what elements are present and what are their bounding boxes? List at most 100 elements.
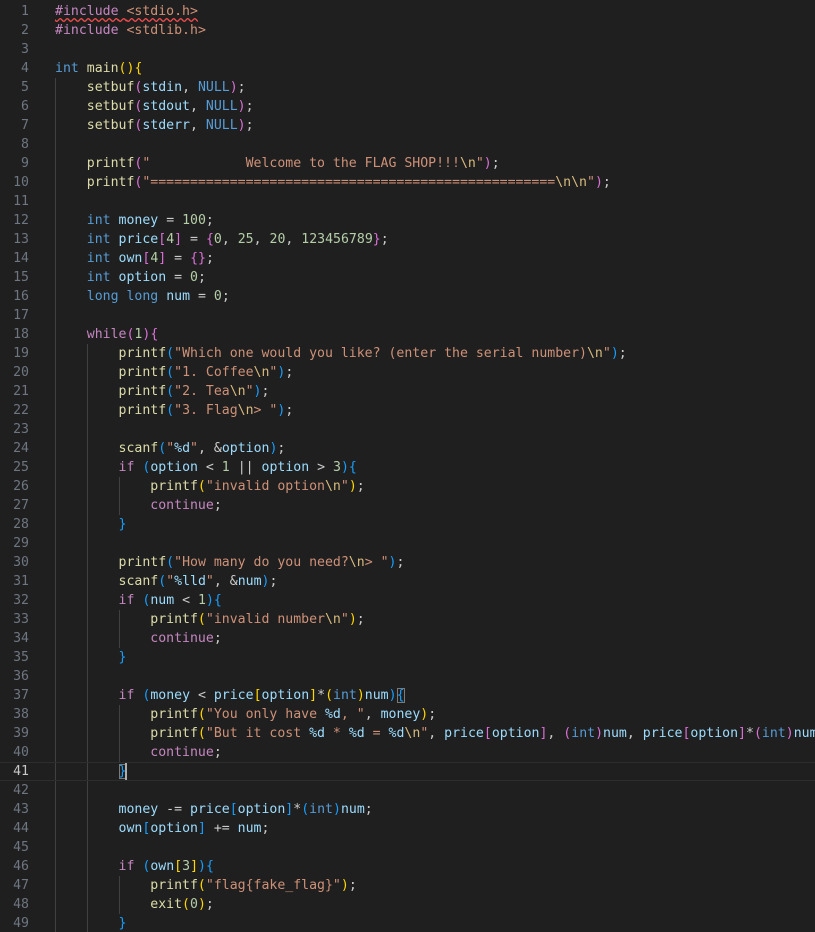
code-line[interactable]: 18 while(1){ — [0, 325, 815, 344]
line-number: 47 — [13, 878, 29, 893]
line-number: 24 — [13, 441, 29, 456]
code-text[interactable]: } — [55, 648, 127, 667]
code-text[interactable]: printf("How many do you need?\n> "); — [55, 553, 405, 572]
code-line[interactable]: 8 — [0, 135, 815, 154]
code-text[interactable]: if (money < price[option]*(int)num){ — [55, 686, 405, 705]
code-line[interactable]: 22 printf("3. Flag\n> "); — [0, 401, 815, 420]
code-text[interactable]: money -= price[option]*(int)num; — [55, 800, 373, 819]
code-line[interactable]: 31 scanf("%lld", &num); — [0, 572, 815, 591]
code-text[interactable]: continue; — [55, 629, 221, 648]
code-text[interactable]: setbuf(stdin, NULL); — [55, 78, 246, 97]
code-line[interactable]: 10 printf("=============================… — [0, 173, 815, 192]
code-text[interactable]: while(1){ — [55, 325, 159, 344]
code-line[interactable]: 2 #include <stdlib.h> — [0, 21, 815, 40]
line-number: 49 — [13, 916, 29, 931]
code-text[interactable]: printf("Which one would you like? (enter… — [55, 344, 627, 363]
code-line[interactable]: 38 printf("You only have %d, ", money); — [0, 705, 815, 724]
code-line[interactable]: 25 if (option < 1 || option > 3){ — [0, 458, 815, 477]
code-line[interactable]: 21 printf("2. Tea\n"); — [0, 382, 815, 401]
code-text[interactable]: } — [55, 914, 127, 932]
code-line[interactable]: 19 printf("Which one would you like? (en… — [0, 344, 815, 363]
code-text[interactable]: int price[4] = {0, 25, 20, 123456789}; — [55, 230, 389, 249]
code-line[interactable]: 4 int main(){ — [0, 59, 815, 78]
code-line[interactable]: 49 } — [0, 914, 815, 932]
code-line[interactable]: 6 setbuf(stdout, NULL); — [0, 97, 815, 116]
line-number: 37 — [13, 688, 29, 703]
code-text[interactable]: if (own[3]){ — [55, 857, 214, 876]
code-line[interactable]: 12 int money = 100; — [0, 211, 815, 230]
code-text[interactable]: printf("invalid number\n"); — [55, 610, 364, 629]
code-text[interactable]: int main(){ — [55, 59, 142, 78]
code-text[interactable]: setbuf(stdout, NULL); — [55, 97, 254, 116]
code-line[interactable]: 28 } — [0, 515, 815, 534]
code-text[interactable]: #include <stdlib.h> — [55, 21, 206, 40]
code-line[interactable]: 36 — [0, 667, 815, 686]
code-line[interactable]: 15 int option = 0; — [0, 268, 815, 287]
code-text[interactable]: scanf("%lld", &num); — [55, 572, 278, 591]
code-line[interactable]: 41 } — [0, 762, 815, 781]
code-text[interactable]: int option = 0; — [55, 268, 206, 287]
code-text[interactable]: exit(0); — [55, 895, 214, 914]
code-text[interactable]: setbuf(stderr, NULL); — [55, 116, 254, 135]
code-line[interactable]: 45 — [0, 838, 815, 857]
code-line[interactable]: 3 — [0, 40, 815, 59]
code-line[interactable]: 39 printf("But it cost %d * %d = %d\n", … — [0, 724, 815, 743]
code-line[interactable]: 23 — [0, 420, 815, 439]
code-line[interactable]: 16 long long num = 0; — [0, 287, 815, 306]
code-text[interactable]: own[option] += num; — [55, 819, 270, 838]
code-text[interactable]: printf("flag{fake_flag}"); — [55, 876, 356, 895]
code-line[interactable]: 20 printf("1. Coffee\n"); — [0, 363, 815, 382]
code-text[interactable]: if (num < 1){ — [55, 591, 222, 610]
code-line[interactable]: 44 own[option] += num; — [0, 819, 815, 838]
code-line[interactable]: 42 — [0, 781, 815, 800]
code-text[interactable]: long long num = 0; — [55, 287, 230, 306]
code-text[interactable]: } — [55, 762, 127, 781]
code-line[interactable]: 11 — [0, 192, 815, 211]
line-number: 39 — [13, 726, 29, 741]
code-line[interactable]: 24 scanf("%d", &option); — [0, 439, 815, 458]
code-line[interactable]: 13 int price[4] = {0, 25, 20, 123456789}… — [0, 230, 815, 249]
line-number: 33 — [13, 612, 29, 627]
code-editor[interactable]: 1 #include <stdio.h> 2 #include <stdlib.h> 3… — [0, 0, 815, 932]
code-line[interactable]: 40 continue; — [0, 743, 815, 762]
code-text[interactable]: printf("invalid option\n"); — [55, 477, 364, 496]
code-text[interactable]: #include <stdio.h> — [55, 2, 198, 21]
code-text[interactable]: scanf("%d", &option); — [55, 439, 286, 458]
code-text[interactable]: } — [55, 515, 127, 534]
line-number: 3 — [21, 42, 29, 57]
code-line[interactable]: 1 #include <stdio.h> — [0, 2, 815, 21]
code-line[interactable]: 35 } — [0, 648, 815, 667]
line-number: 27 — [13, 498, 29, 513]
code-text[interactable]: printf("2. Tea\n"); — [55, 382, 270, 401]
code-line[interactable]: 48 exit(0); — [0, 895, 815, 914]
code-line[interactable]: 14 int own[4] = {}; — [0, 249, 815, 268]
code-text[interactable]: printf("================================… — [55, 173, 611, 192]
code-text[interactable]: printf(" Welcome to the FLAG SHOP!!!\n")… — [55, 154, 500, 173]
code-line[interactable]: 7 setbuf(stderr, NULL); — [0, 116, 815, 135]
code-line[interactable]: 30 printf("How many do you need?\n> "); — [0, 553, 815, 572]
code-text[interactable]: if (option < 1 || option > 3){ — [55, 458, 357, 477]
code-line[interactable]: 27 continue; — [0, 496, 815, 515]
code-line[interactable]: 17 — [0, 306, 815, 325]
code-line[interactable]: 33 printf("invalid number\n"); — [0, 610, 815, 629]
code-text[interactable]: continue; — [55, 496, 221, 515]
code-text[interactable]: int money = 100; — [55, 211, 214, 230]
code-text[interactable]: continue; — [55, 743, 221, 762]
code-line[interactable]: 46 if (own[3]){ — [0, 857, 815, 876]
code-line[interactable]: 5 setbuf(stdin, NULL); — [0, 78, 815, 97]
code-text[interactable]: int own[4] = {}; — [55, 249, 214, 268]
code-text[interactable]: printf("But it cost %d * %d = %d\n", pri… — [55, 724, 815, 743]
code-text[interactable]: printf("1. Coffee\n"); — [55, 363, 294, 382]
line-number: 12 — [13, 213, 29, 228]
code-line[interactable]: 34 continue; — [0, 629, 815, 648]
code-line[interactable]: 43 money -= price[option]*(int)num; — [0, 800, 815, 819]
code-text[interactable]: printf("You only have %d, ", money); — [55, 705, 436, 724]
code-line[interactable]: 29 — [0, 534, 815, 553]
code-text[interactable]: printf("3. Flag\n> "); — [55, 401, 294, 420]
code-line[interactable]: 32 if (num < 1){ — [0, 591, 815, 610]
code-line[interactable]: 26 printf("invalid option\n"); — [0, 477, 815, 496]
code-line[interactable]: 9 printf(" Welcome to the FLAG SHOP!!!\n… — [0, 154, 815, 173]
line-number: 26 — [13, 479, 29, 494]
code-line[interactable]: 47 printf("flag{fake_flag}"); — [0, 876, 815, 895]
code-line[interactable]: 37 if (money < price[option]*(int)num){ — [0, 686, 815, 705]
